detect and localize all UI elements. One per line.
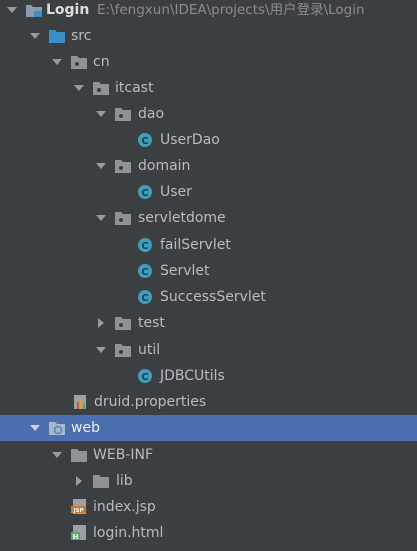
tree-label: index.jsp (93, 499, 156, 515)
package-icon (92, 80, 109, 96)
tree-label: UserDao (160, 132, 220, 148)
java-class-icon: C (137, 368, 154, 384)
tree-label: JDBCUtils (160, 368, 225, 384)
project-path: E:\fengxun\IDEA\projects\用户登录\Login (97, 2, 365, 18)
folder-icon (70, 447, 87, 463)
expand-arrow-icon[interactable] (4, 0, 20, 23)
java-class-icon: C (137, 237, 154, 253)
tree-label: failServlet (160, 237, 231, 253)
expand-arrow-icon[interactable] (93, 337, 109, 363)
svg-text:H: H (73, 533, 79, 541)
java-class-icon: C (137, 132, 154, 148)
tree-label: login.html (93, 525, 164, 541)
tree-row-druid-properties[interactable]: druid.properties (0, 389, 417, 415)
svg-text:C: C (141, 188, 148, 199)
tree-label: lib (116, 473, 133, 489)
java-class-icon: C (137, 263, 154, 279)
java-class-icon: C (137, 289, 154, 305)
tree-label: dao (138, 106, 165, 122)
svg-text:C: C (141, 372, 148, 383)
tree-label: User (160, 184, 192, 200)
folder-icon (92, 473, 109, 489)
package-icon (114, 158, 131, 174)
tree-label: domain (138, 158, 191, 174)
expand-arrow-icon[interactable] (27, 415, 43, 441)
svg-text:C: C (141, 136, 148, 147)
expand-arrow-icon[interactable] (49, 442, 65, 468)
tree-row-util[interactable]: util (0, 337, 417, 363)
collapse-arrow-icon[interactable] (93, 310, 109, 336)
package-icon (114, 106, 131, 122)
tree-label: servletdome (138, 210, 226, 226)
tree-label: itcast (115, 80, 154, 96)
tree-row-dao[interactable]: dao (0, 101, 417, 127)
expand-arrow-icon[interactable] (71, 75, 87, 101)
tree-row-web-inf[interactable]: WEB-INF (0, 442, 417, 468)
package-icon (114, 342, 131, 358)
tree-row-itcast[interactable]: itcast (0, 75, 417, 101)
tree-label: Servlet (160, 263, 210, 279)
tree-row-domain[interactable]: domain (0, 153, 417, 179)
tree-row-jdbcutils[interactable]: C JDBCUtils (0, 363, 417, 389)
tree-label: cn (93, 54, 110, 70)
expand-arrow-icon[interactable] (93, 101, 109, 127)
tree-row-web[interactable]: web (0, 415, 417, 441)
tree-label: druid.properties (94, 394, 207, 410)
project-name: Login (46, 2, 90, 18)
expand-arrow-icon[interactable] (93, 205, 109, 231)
package-icon (114, 210, 131, 226)
tree-row-lib[interactable]: lib (0, 468, 417, 494)
tree-row-user[interactable]: C User (0, 179, 417, 205)
tree-label: src (71, 28, 92, 44)
svg-text:JSP: JSP (72, 508, 83, 514)
properties-file-icon (71, 394, 88, 410)
project-tree: Login E:\fengxun\IDEA\projects\用户登录\Logi… (0, 0, 417, 551)
tree-label: test (138, 315, 165, 331)
collapse-arrow-icon[interactable] (71, 468, 87, 494)
expand-arrow-icon[interactable] (27, 23, 43, 49)
jsp-file-icon: JSP (70, 499, 87, 515)
tree-label: SuccessServlet (160, 289, 266, 305)
tree-row-src[interactable]: src (0, 23, 417, 49)
web-folder-icon (48, 420, 65, 436)
tree-row-index-jsp[interactable]: JSP index.jsp (0, 494, 417, 520)
java-class-icon: C (137, 184, 154, 200)
svg-text:C: C (141, 241, 148, 252)
package-icon (114, 315, 131, 331)
tree-row-successservlet[interactable]: C SuccessServlet (0, 284, 417, 310)
package-icon (70, 54, 87, 70)
html-file-icon: H (70, 525, 87, 541)
tree-row-cn[interactable]: cn (0, 49, 417, 75)
tree-label: web (71, 420, 100, 436)
tree-row-servlet[interactable]: C Servlet (0, 258, 417, 284)
svg-text:C: C (141, 293, 148, 304)
expand-arrow-icon[interactable] (93, 153, 109, 179)
tree-row-login[interactable]: Login E:\fengxun\IDEA\projects\用户登录\Logi… (0, 0, 417, 23)
tree-label: WEB-INF (93, 447, 153, 463)
tree-label: util (138, 342, 161, 358)
svg-text:C: C (141, 267, 148, 278)
tree-row-test[interactable]: test (0, 310, 417, 336)
tree-row-userdao[interactable]: C UserDao (0, 127, 417, 153)
source-folder-icon (48, 28, 65, 44)
expand-arrow-icon[interactable] (49, 49, 65, 75)
tree-row-login-html[interactable]: H login.html (0, 520, 417, 546)
module-folder-icon (25, 2, 42, 18)
tree-row-failservlet[interactable]: C failServlet (0, 232, 417, 258)
tree-row-servletdome[interactable]: servletdome (0, 205, 417, 231)
